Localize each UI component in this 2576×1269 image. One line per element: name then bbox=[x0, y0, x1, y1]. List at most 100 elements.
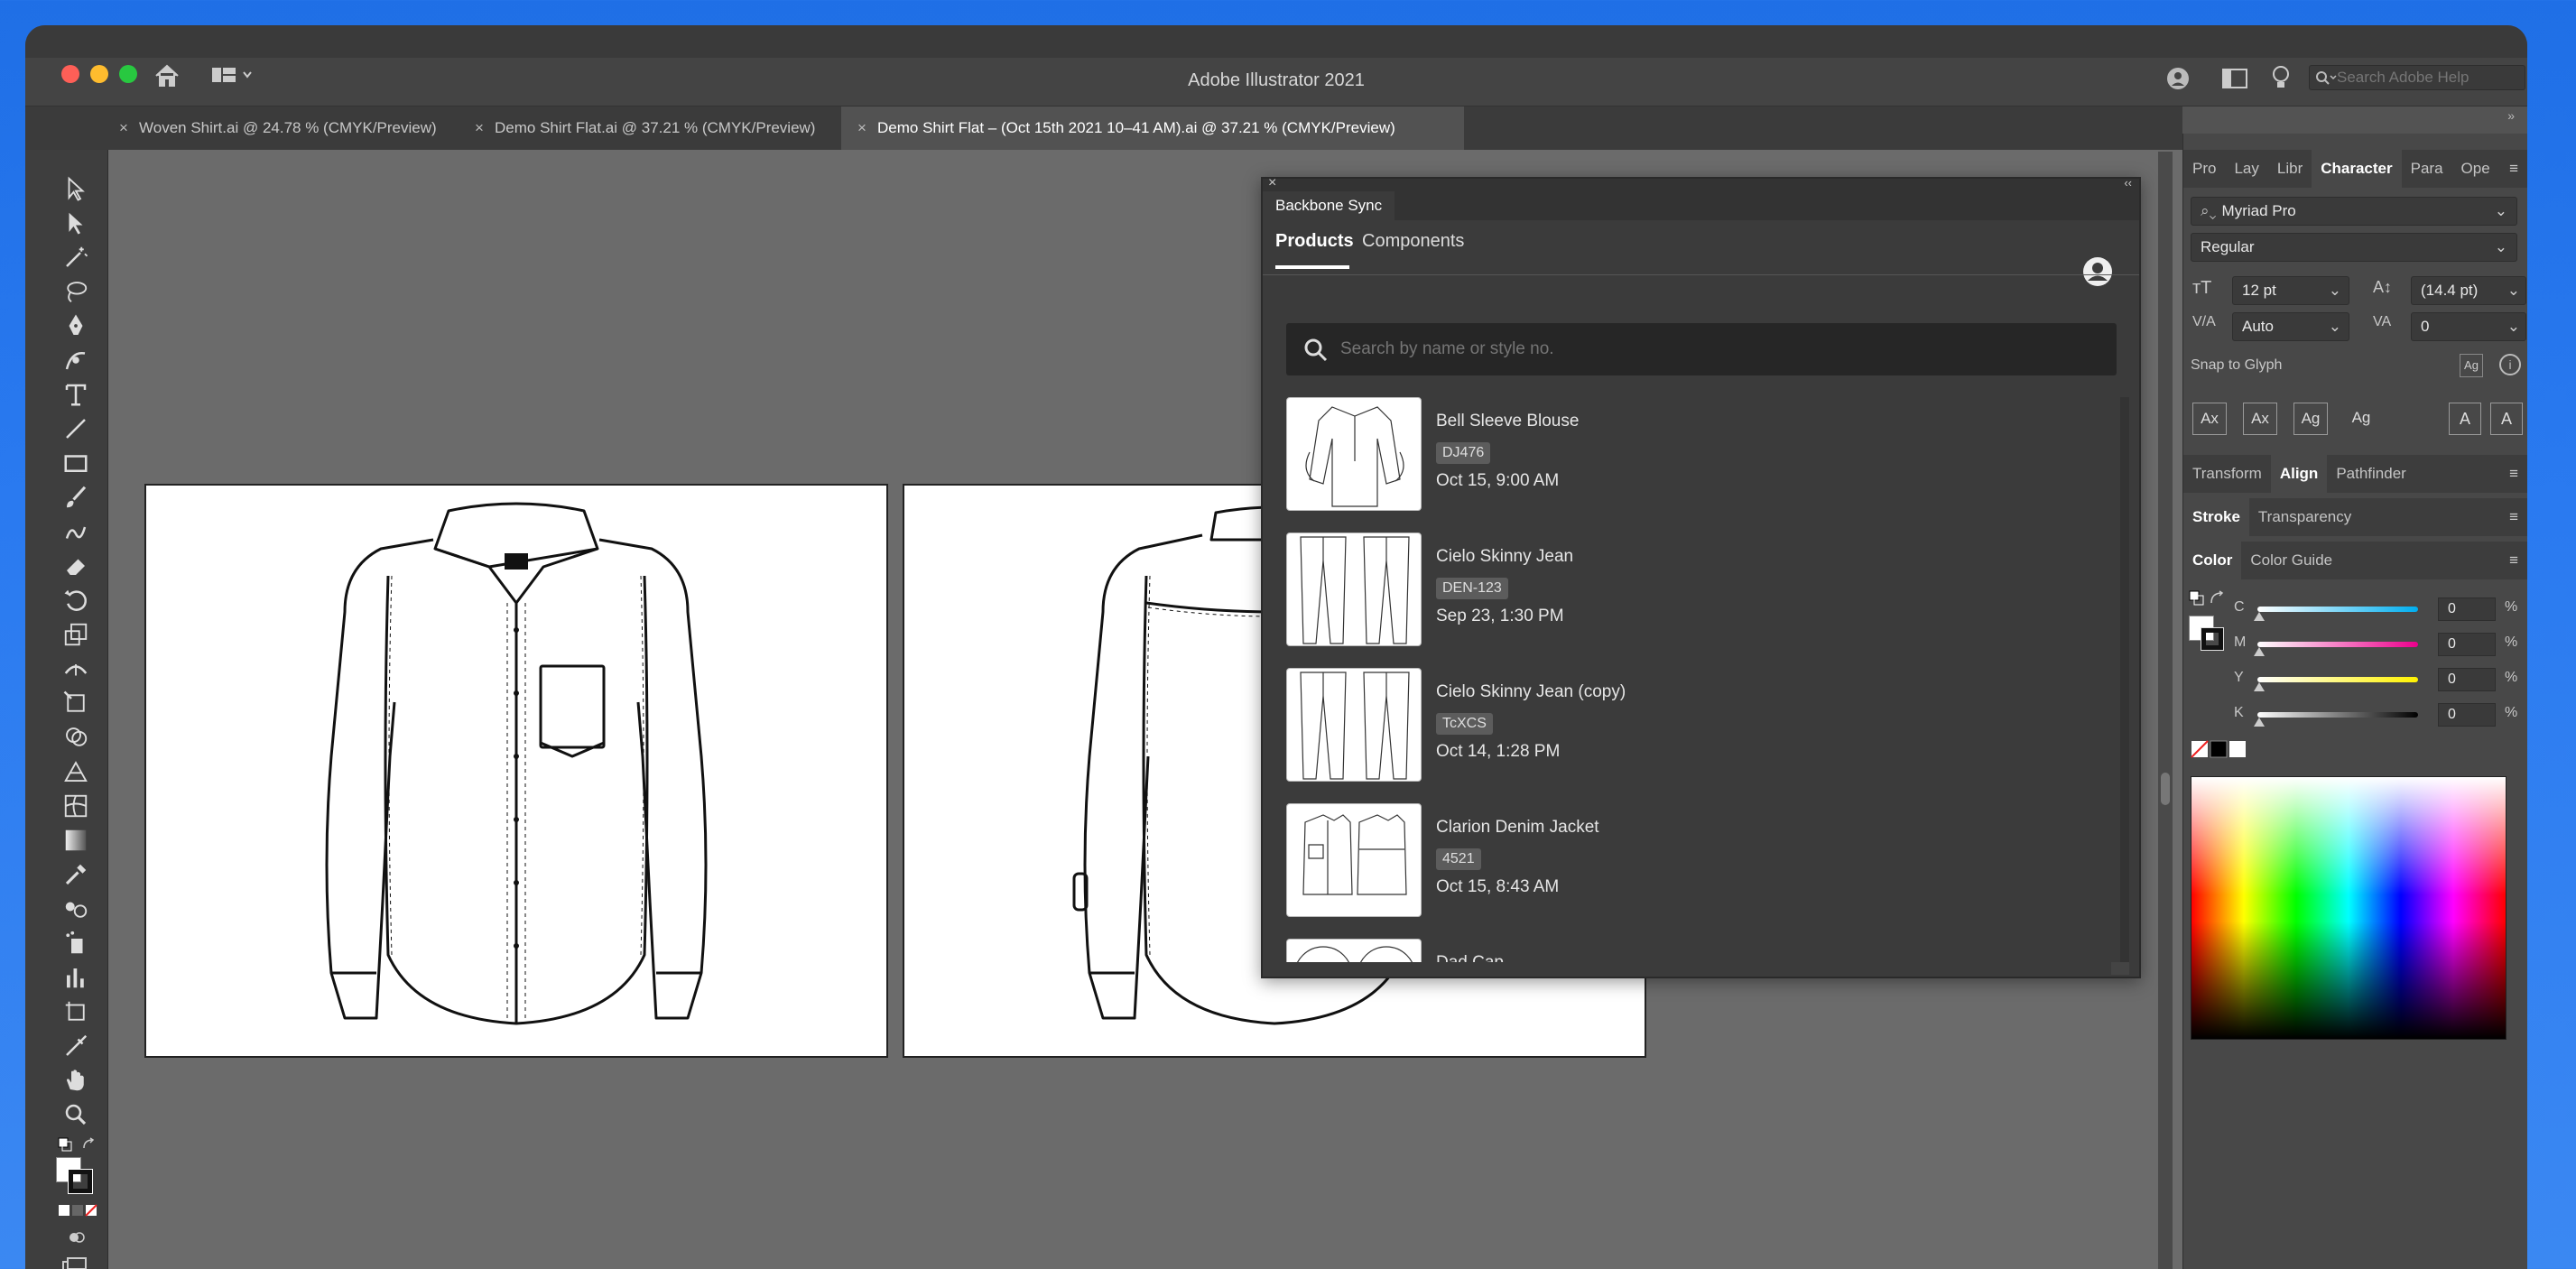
tab-transparency[interactable]: Transparency bbox=[2249, 508, 2360, 526]
snap-glyph-settings-icon[interactable]: Ag bbox=[2460, 354, 2483, 377]
scale-tool-icon[interactable] bbox=[60, 621, 92, 648]
font-family-field[interactable]: ⌕⌄ Myriad Pro ⌄ bbox=[2191, 197, 2517, 226]
tab-layers[interactable]: Lay bbox=[2225, 160, 2267, 178]
tab-opentype[interactable]: Ope bbox=[2452, 160, 2499, 178]
tab-align[interactable]: Align bbox=[2270, 455, 2328, 493]
panel-resize-handle[interactable] bbox=[2111, 962, 2129, 975]
tab-color-guide[interactable]: Color Guide bbox=[2241, 551, 2341, 570]
shape-builder-tool-icon[interactable] bbox=[60, 724, 92, 751]
artboard-shirt-front[interactable] bbox=[144, 484, 888, 1058]
collapse-panel-icon[interactable]: ‹‹ bbox=[2124, 176, 2132, 190]
channel-slider[interactable] bbox=[2257, 607, 2418, 612]
snap-angular-icon[interactable]: A bbox=[2449, 403, 2481, 435]
quick-swatches[interactable] bbox=[2191, 740, 2247, 758]
direct-selection-tool-icon[interactable] bbox=[60, 209, 92, 236]
tab-transform[interactable]: Transform bbox=[2183, 465, 2271, 483]
channel-slider[interactable] bbox=[2257, 712, 2418, 718]
draw-mode-icon[interactable] bbox=[67, 1229, 87, 1246]
help-search-input[interactable] bbox=[2337, 68, 2517, 88]
font-style-field[interactable]: Regular ⌄ bbox=[2191, 233, 2517, 262]
account-avatar-icon[interactable] bbox=[2082, 256, 2113, 287]
font-size-field[interactable]: 12 pt ⌄ bbox=[2232, 276, 2349, 305]
gradient-tool-icon[interactable] bbox=[60, 827, 92, 854]
channel-slider[interactable] bbox=[2257, 677, 2418, 682]
stroke-swatch[interactable] bbox=[68, 1169, 93, 1194]
swap-fill-stroke-icon[interactable] bbox=[81, 1137, 97, 1152]
type-tool-icon[interactable] bbox=[60, 381, 92, 408]
tab-stroke[interactable]: Stroke bbox=[2183, 498, 2249, 536]
panels-collapse-icon[interactable]: » bbox=[2507, 108, 2515, 123]
tab-properties[interactable]: Pro bbox=[2183, 160, 2225, 178]
help-search-field[interactable] bbox=[2309, 65, 2525, 90]
tab-pathfinder[interactable]: Pathfinder bbox=[2327, 465, 2415, 483]
selection-tool-icon[interactable] bbox=[60, 175, 92, 202]
panel-tab-backbone[interactable]: Backbone Sync bbox=[1263, 191, 1395, 220]
panel-menu-icon[interactable]: ≡ bbox=[2509, 551, 2527, 570]
perspective-grid-tool-icon[interactable] bbox=[60, 758, 92, 785]
tab-products[interactable]: Products bbox=[1275, 231, 1354, 252]
product-item-clarion-denim-jacket[interactable]: Clarion Denim Jacket 4521 Oct 15, 8:43 A… bbox=[1286, 803, 2099, 917]
rectangle-tool-icon[interactable] bbox=[60, 449, 92, 477]
info-icon[interactable]: i bbox=[2499, 354, 2521, 375]
discover-lightbulb-icon[interactable] bbox=[2271, 65, 2291, 90]
tab-components[interactable]: Components bbox=[1362, 231, 1464, 252]
shaper-tool-icon[interactable] bbox=[60, 518, 92, 545]
rotate-tool-icon[interactable] bbox=[60, 587, 92, 614]
kerning-field[interactable]: Auto ⌄ bbox=[2232, 312, 2349, 341]
magic-wand-tool-icon[interactable] bbox=[60, 244, 92, 271]
panel-menu-icon[interactable]: ≡ bbox=[2509, 465, 2527, 483]
product-item-dad-cap[interactable]: Dad Cap bbox=[1286, 939, 2099, 962]
line-segment-tool-icon[interactable] bbox=[60, 415, 92, 442]
default-fill-stroke-icon[interactable] bbox=[58, 1137, 72, 1152]
product-item-cielo-skinny-jean-copy[interactable]: Cielo Skinny Jean (copy) TcXCS Oct 14, 1… bbox=[1286, 668, 2099, 782]
hand-tool-icon[interactable] bbox=[60, 1067, 92, 1094]
scrollbar-thumb[interactable] bbox=[2161, 773, 2170, 805]
blend-tool-icon[interactable] bbox=[60, 895, 92, 922]
pen-tool-icon[interactable] bbox=[60, 312, 92, 339]
screen-mode-icon[interactable] bbox=[61, 1256, 88, 1269]
channel-slider[interactable] bbox=[2257, 642, 2418, 647]
artboard-tool-icon[interactable] bbox=[60, 998, 92, 1025]
product-item-bell-sleeve-blouse[interactable]: Bell Sleeve Blouse DJ476 Oct 15, 9:00 AM bbox=[1286, 397, 2099, 511]
lasso-tool-icon[interactable] bbox=[60, 278, 92, 305]
channel-value[interactable]: 0 bbox=[2438, 668, 2496, 691]
close-panel-icon[interactable]: × bbox=[1268, 175, 1276, 191]
slider-thumb[interactable] bbox=[2254, 718, 2265, 727]
doc-tab-woven-shirt[interactable]: × Woven Shirt.ai @ 24.78 % (CMYK/Preview) bbox=[116, 107, 478, 150]
canvas-vertical-scrollbar[interactable] bbox=[2158, 152, 2173, 1269]
doc-tab-demo-shirt-flat[interactable]: × Demo Shirt Flat.ai @ 37.21 % (CMYK/Prev… bbox=[471, 107, 848, 150]
panel-menu-icon[interactable]: ≡ bbox=[2509, 508, 2527, 526]
mesh-tool-icon[interactable] bbox=[60, 792, 92, 820]
eyedropper-tool-icon[interactable] bbox=[60, 861, 92, 888]
eraser-tool-icon[interactable] bbox=[60, 552, 92, 579]
product-search-field[interactable] bbox=[1286, 323, 2117, 375]
channel-value[interactable]: 0 bbox=[2438, 703, 2496, 727]
product-search-input[interactable] bbox=[1340, 336, 2099, 363]
snap-glyph-bounds-icon[interactable]: Ag bbox=[2293, 403, 2328, 435]
column-graph-tool-icon[interactable] bbox=[60, 964, 92, 991]
panel-menu-icon[interactable]: ≡ bbox=[2509, 160, 2527, 178]
zoom-tool-icon[interactable] bbox=[60, 1101, 92, 1128]
width-tool-icon[interactable] bbox=[60, 655, 92, 682]
channel-value[interactable]: 0 bbox=[2438, 633, 2496, 656]
slider-thumb[interactable] bbox=[2254, 647, 2265, 656]
leading-field[interactable]: (14.4 pt) ⌄ bbox=[2411, 276, 2526, 305]
share-user-icon[interactable] bbox=[2166, 67, 2190, 90]
tab-paragraph[interactable]: Para bbox=[2402, 160, 2452, 178]
product-list-scrollbar[interactable] bbox=[2120, 397, 2129, 964]
color-mode-icons[interactable] bbox=[58, 1204, 97, 1217]
close-tab-icon[interactable]: × bbox=[854, 107, 870, 150]
free-transform-tool-icon[interactable] bbox=[60, 690, 92, 717]
slider-thumb[interactable] bbox=[2254, 612, 2265, 621]
color-spectrum[interactable] bbox=[2191, 776, 2507, 1040]
snap-proximity-icon[interactable]: Ag bbox=[2344, 403, 2378, 435]
doc-tab-demo-shirt-flat-oct15[interactable]: × Demo Shirt Flat – (Oct 15th 2021 10–41 … bbox=[841, 107, 1464, 150]
curvature-tool-icon[interactable] bbox=[60, 347, 92, 374]
channel-value[interactable]: 0 bbox=[2438, 597, 2496, 621]
snap-anchor-icon[interactable]: A bbox=[2490, 403, 2523, 435]
product-item-cielo-skinny-jean[interactable]: Cielo Skinny Jean DEN-123 Sep 23, 1:30 P… bbox=[1286, 533, 2099, 646]
snap-xheight-icon[interactable]: Ax bbox=[2243, 403, 2277, 435]
slider-thumb[interactable] bbox=[2254, 682, 2265, 691]
tab-libraries[interactable]: Libr bbox=[2268, 160, 2312, 178]
snap-baseline-icon[interactable]: Ax bbox=[2192, 403, 2227, 435]
